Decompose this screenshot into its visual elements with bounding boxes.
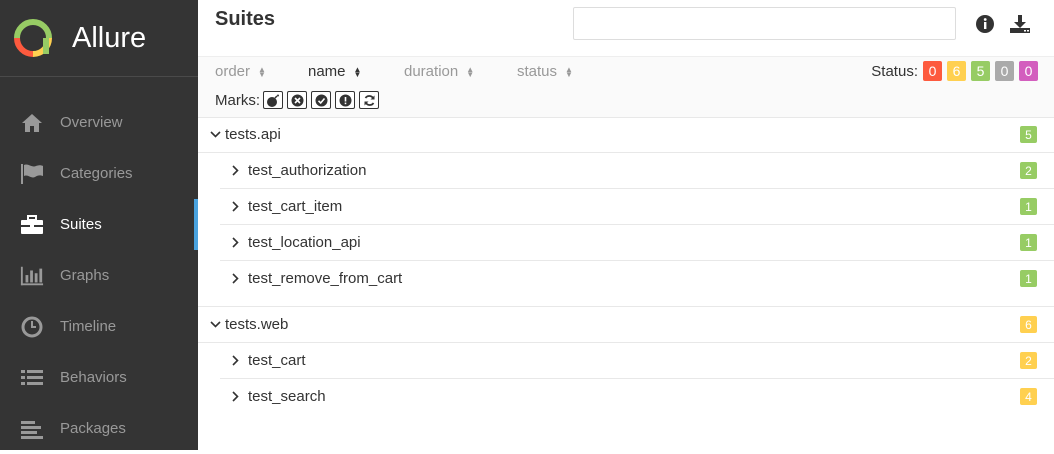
sidebar-item-overview[interactable]: Overview (0, 97, 198, 148)
suites-tree: tests.api 5 test_authorization 2 test_ca… (198, 117, 1054, 414)
brand-name: Allure (72, 21, 147, 54)
download-icon[interactable] (1008, 12, 1032, 36)
sidebar-item-packages[interactable]: Packages (0, 403, 198, 454)
bomb-icon[interactable] (263, 91, 283, 109)
exclamation-circle-icon[interactable] (335, 91, 355, 109)
sidebar-item-label: Behaviors (60, 369, 127, 386)
item-count-badge: 2 (1020, 162, 1037, 179)
item-label: test_cart (248, 352, 306, 369)
sidebar-item-label: Suites (60, 216, 102, 233)
status-unknown-count[interactable]: 0 (1019, 61, 1038, 81)
chevron-right-icon (232, 355, 244, 367)
sidebar-item-behaviors[interactable]: Behaviors (0, 352, 198, 403)
sorters: order ▲ ▼ name ▲ ▼ duration ▲ ▼ status ▲ ▼ (215, 63, 591, 80)
item-label: test_cart_item (248, 198, 343, 215)
sidebar-item-suites[interactable]: Suites (0, 199, 198, 250)
group-label: tests.api (225, 126, 281, 143)
marks-filter: Marks: (215, 91, 379, 109)
tree-item-test-cart-item[interactable]: test_cart_item 1 (220, 189, 1054, 225)
chevron-right-icon (232, 237, 244, 249)
sort-icon: ▲ ▼ (466, 64, 475, 79)
status-skipped-count[interactable]: 0 (995, 61, 1014, 81)
tree-item-test-search[interactable]: test_search 4 (220, 379, 1054, 414)
info-icon[interactable] (973, 12, 997, 36)
sort-name[interactable]: name ▲ ▼ (308, 63, 386, 80)
sidebar-item-graphs[interactable]: Graphs (0, 250, 198, 301)
tree-item-test-authorization[interactable]: test_authorization 2 (220, 153, 1054, 189)
item-label: test_search (248, 388, 326, 405)
page-title: Suites (215, 8, 276, 30)
sort-icon: ▲ ▼ (258, 64, 266, 79)
status-label: Status: (871, 62, 918, 80)
times-circle-icon[interactable] (287, 91, 307, 109)
flag-icon (20, 162, 44, 186)
check-circle-icon[interactable] (311, 91, 331, 109)
item-label: test_remove_from_cart (248, 270, 403, 287)
item-count-badge: 2 (1020, 352, 1037, 369)
sidebar-item-label: Graphs (60, 267, 110, 284)
item-count-badge: 1 (1020, 198, 1037, 215)
tree-item-test-cart[interactable]: test_cart 2 (220, 343, 1054, 379)
sidebar-item-label: Categories (60, 165, 133, 182)
sort-icon: ▲ ▼ (565, 64, 573, 79)
group-count-badge: 6 (1020, 316, 1037, 333)
sidebar-item-timeline[interactable]: Timeline (0, 301, 198, 352)
chevron-right-icon (232, 391, 244, 403)
sorter-label: duration (404, 63, 459, 80)
bar-chart-icon (20, 264, 44, 288)
allure-logo-icon (14, 19, 52, 57)
chevron-right-icon (232, 201, 244, 213)
tree-group-tests-api[interactable]: tests.api 5 (198, 117, 1054, 153)
status-filter: Status: 0 6 5 0 0 (871, 61, 1038, 81)
sort-order[interactable]: order ▲ ▼ (215, 63, 290, 80)
group-label: tests.web (225, 316, 289, 333)
sorter-label: order (215, 63, 251, 80)
briefcase-icon (20, 213, 44, 237)
tree-item-test-location-api[interactable]: test_location_api 1 (220, 225, 1054, 261)
chevron-right-icon (232, 273, 244, 285)
sidebar-item-label: Overview (60, 114, 123, 131)
sidebar-item-label: Timeline (60, 318, 117, 335)
sort-status[interactable]: status ▲ ▼ (517, 63, 573, 80)
item-label: test_authorization (248, 162, 367, 179)
main-content: Suites order ▲ ▼ name ▲ ▼ duration ▲ ▼ stat… (198, 0, 1054, 450)
chevron-down-icon (210, 319, 222, 331)
item-count-badge: 1 (1020, 270, 1037, 287)
item-count-badge: 4 (1020, 388, 1037, 405)
align-left-icon (20, 417, 44, 441)
refresh-icon[interactable] (359, 91, 379, 109)
list-icon (20, 366, 44, 390)
search-input[interactable] (573, 7, 956, 40)
marks-label: Marks: (215, 91, 260, 109)
status-broken-count[interactable]: 6 (947, 61, 966, 81)
home-icon (20, 111, 44, 135)
tree-item-test-remove-from-cart[interactable]: test_remove_from_cart 1 (220, 261, 1054, 296)
tree-group-tests-web[interactable]: tests.web 6 (198, 307, 1054, 343)
status-failed-count[interactable]: 0 (923, 61, 942, 81)
chevron-right-icon (232, 165, 244, 177)
group-count-badge: 5 (1020, 126, 1037, 143)
chevron-down-icon (210, 129, 222, 141)
sort-icon: ▲ ▼ (353, 64, 362, 79)
sort-duration[interactable]: duration ▲ ▼ (404, 63, 499, 80)
sidebar: Allure Overview Categories Suites Graphs (0, 0, 198, 450)
clock-icon (20, 315, 44, 339)
sidebar-item-categories[interactable]: Categories (0, 148, 198, 199)
item-count-badge: 1 (1020, 234, 1037, 251)
status-passed-count[interactable]: 5 (971, 61, 990, 81)
sorter-label: status (517, 63, 558, 80)
item-label: test_location_api (248, 234, 361, 251)
sidebar-nav: Overview Categories Suites Graphs Timeli… (0, 97, 198, 454)
sidebar-item-label: Packages (60, 420, 126, 437)
suites-toolbar: order ▲ ▼ name ▲ ▼ duration ▲ ▼ status ▲ ▼ M… (198, 56, 1054, 118)
sorter-label: name (308, 63, 346, 80)
group-divider (198, 296, 1054, 307)
brand[interactable]: Allure (0, 0, 198, 77)
